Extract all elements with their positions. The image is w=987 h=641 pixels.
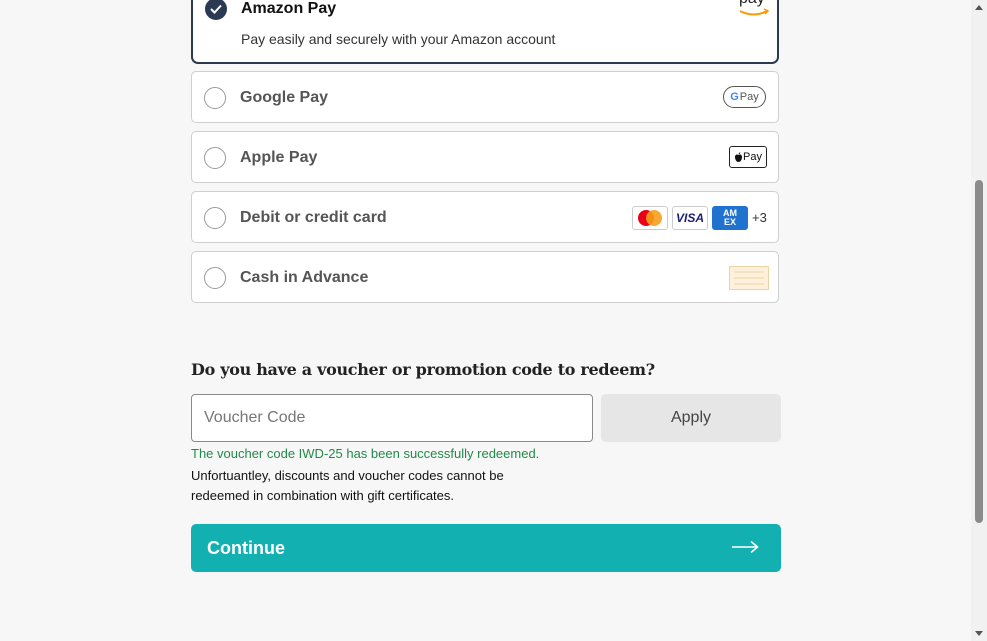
visa-icon: VISA [672,206,708,230]
payment-option-google-pay[interactable]: Google Pay G Pay [191,71,779,123]
radio-google-pay[interactable] [204,87,226,109]
scroll-up-arrow-icon[interactable] [975,5,983,10]
payment-option-label: Cash in Advance [240,269,369,286]
payment-option-cash-in-advance[interactable]: Cash in Advance [191,251,779,303]
radio-cash-in-advance[interactable] [204,267,226,289]
radio-apple-pay[interactable] [204,147,226,169]
payment-option-description: Pay easily and securely with your Amazon… [241,31,556,47]
radio-amazon-pay[interactable] [205,0,227,20]
voucher-heading: Do you have a voucher or promotion code … [191,360,655,379]
amex-icon: AM EX [712,206,748,230]
payment-option-label: Apple Pay [240,149,318,166]
amazon-pay-logo: pay [737,0,773,18]
vertical-scrollbar[interactable] [971,0,987,641]
voucher-code-input[interactable] [191,394,593,442]
apple-icon [735,151,743,162]
voucher-success-message: The voucher code IWD-25 has been success… [191,446,540,461]
payment-option-amazon-pay[interactable]: Amazon Pay Pay easily and securely with … [191,0,779,64]
cash-icon [729,266,769,295]
apple-pay-logo: Pay [729,146,767,168]
google-pay-logo: G Pay [723,86,766,108]
more-cards-count: +3 [752,210,767,225]
mastercard-icon [632,206,668,230]
continue-button[interactable]: Continue [191,524,781,572]
voucher-warning-message: Unfortuantley, discounts and voucher cod… [191,468,504,503]
radio-card[interactable] [204,207,226,229]
payment-option-label: Amazon Pay [241,0,337,17]
scrollbar-thumb[interactable] [975,180,983,523]
continue-label: Continue [207,537,285,558]
arrow-right-icon [732,540,759,554]
payment-option-apple-pay[interactable]: Apple Pay Pay [191,131,779,183]
apply-button[interactable]: Apply [601,394,781,442]
scroll-down-arrow-icon[interactable] [975,631,983,636]
payment-option-label: Debit or credit card [240,209,387,226]
payment-option-label: Google Pay [240,89,329,106]
payment-option-card[interactable]: Debit or credit card VISA AM EX +3 [191,191,779,243]
